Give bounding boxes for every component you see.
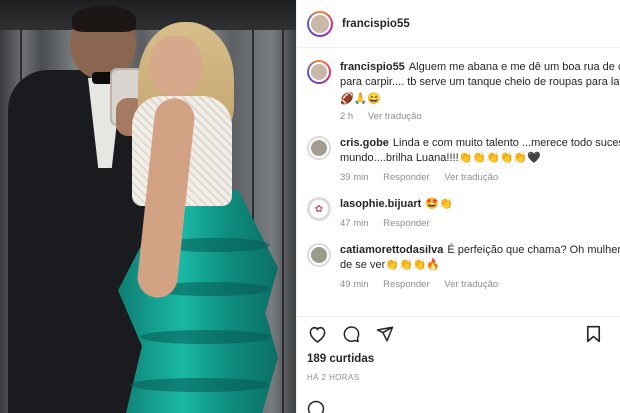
translate-link[interactable]: Ver tradução xyxy=(368,111,422,122)
comment-username[interactable]: cris.gobe xyxy=(340,137,389,149)
comment-time[interactable]: 39 min xyxy=(340,172,369,183)
skirt-ruffle xyxy=(140,330,270,344)
save-button[interactable] xyxy=(583,324,603,344)
send-icon xyxy=(376,326,394,341)
like-button[interactable] xyxy=(307,324,327,344)
caption-username[interactable]: francispio55 xyxy=(340,61,405,73)
reply-link[interactable]: Responder xyxy=(383,279,429,290)
caption-emoji: 🏈🙏😄 xyxy=(340,93,382,105)
caption-text-1: Alguem me abana e me dê um boa rua de ca… xyxy=(408,61,620,73)
post-side-panel: francispio55 francispio55 Alguem me abana… xyxy=(296,0,620,413)
comment-username[interactable]: catiamorettodasilva xyxy=(340,244,443,256)
share-button[interactable] xyxy=(375,324,395,344)
likes-count[interactable]: 189 curtidas xyxy=(307,353,374,365)
reply-link[interactable]: Responder xyxy=(383,218,429,229)
commenter-avatar[interactable] xyxy=(307,243,331,267)
action-bar xyxy=(297,316,620,350)
post-header: francispio55 xyxy=(297,0,620,48)
profile-avatar[interactable] xyxy=(307,10,333,37)
caption: francispio55 Alguem me abana e me dê um b… xyxy=(307,60,620,122)
flower-logo-icon: ✿ xyxy=(309,199,329,219)
comment: ✿ lasophie.bijuart 🤩👏 47 min Responder xyxy=(307,197,620,229)
man-hair xyxy=(72,6,136,32)
comment: catiamorettodasilva É perfeição que chama… xyxy=(307,243,620,290)
commenter-avatar[interactable]: ✿ xyxy=(307,197,331,221)
skirt-ruffle xyxy=(130,378,270,392)
translate-link[interactable]: Ver tradução xyxy=(444,172,498,183)
reply-link[interactable]: Responder xyxy=(383,172,429,183)
post-timestamp: HÁ 2 HORAS xyxy=(307,373,360,382)
comment-text-2: mundo....brilha Luana!!!!👏👏👏👏👏🖤 xyxy=(340,152,541,164)
comment: cris.gobe Linda e com muito talento ...me… xyxy=(307,136,620,183)
comment-time[interactable]: 49 min xyxy=(340,279,369,290)
comment-username[interactable]: lasophie.bijuart xyxy=(340,198,421,210)
comment-time[interactable]: 47 min xyxy=(340,218,369,229)
bookmark-icon xyxy=(586,325,600,342)
heart-icon xyxy=(309,326,325,343)
add-comment-emoji-button[interactable] xyxy=(307,400,325,413)
comments-list: francispio55 Alguem me abana e me dê um b… xyxy=(297,48,620,290)
elevator-seam xyxy=(282,30,284,413)
header-username[interactable]: francispio55 xyxy=(342,18,410,30)
comment-text-2: de se ver👏👏👏🔥 xyxy=(340,259,441,271)
comment-text: 🤩👏 xyxy=(425,198,453,210)
caption-avatar[interactable] xyxy=(307,60,331,84)
commenter-avatar[interactable] xyxy=(307,136,331,160)
emoji-icon xyxy=(307,400,325,413)
comment-icon xyxy=(343,325,360,342)
post-photo[interactable] xyxy=(0,0,296,413)
comment-text: É perfeição que chama? Oh mulher linda xyxy=(447,244,620,256)
comment-button[interactable] xyxy=(341,324,361,344)
caption-text-2: para carpir.... tb serve um tanque cheio… xyxy=(340,76,620,88)
comment-text: Linda e com muito talento ...merece todo… xyxy=(392,137,620,149)
elevator-ceiling xyxy=(0,0,296,30)
caption-time[interactable]: 2 h xyxy=(340,111,353,122)
woman-face xyxy=(150,36,202,96)
translate-link[interactable]: Ver tradução xyxy=(444,279,498,290)
